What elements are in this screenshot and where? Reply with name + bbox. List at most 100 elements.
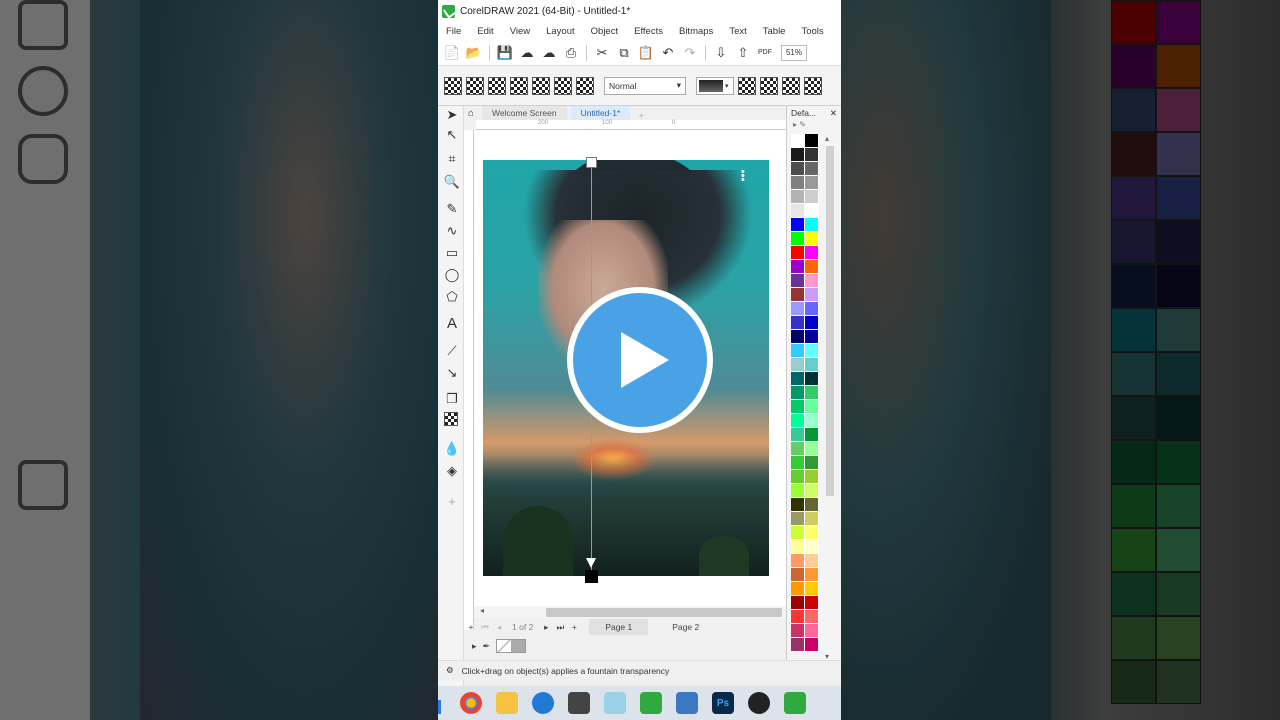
transparency-uniform-icon[interactable]: [466, 76, 484, 95]
ellipse-tool-icon[interactable]: ◯: [443, 266, 461, 284]
color-swatch[interactable]: [805, 148, 819, 162]
color-swatch[interactable]: [791, 386, 805, 400]
color-swatch[interactable]: [805, 204, 819, 218]
tab-welcome-screen[interactable]: Welcome Screen: [482, 106, 567, 120]
color-swatch[interactable]: [791, 134, 805, 148]
palette-menu-arrow-icon[interactable]: ▸: [793, 120, 797, 129]
merge-mode-select[interactable]: Normal ▾: [604, 76, 686, 95]
color-swatch[interactable]: [805, 316, 819, 330]
freehand-tool-icon[interactable]: ✎: [443, 200, 461, 218]
menu-effects[interactable]: Effects: [626, 26, 671, 37]
interactive-fill-icon[interactable]: ◈: [443, 462, 461, 480]
transparency-texture-icon[interactable]: [576, 76, 594, 95]
color-swatch[interactable]: [791, 610, 805, 624]
menu-view[interactable]: View: [502, 26, 538, 37]
color-swatch[interactable]: [805, 610, 819, 624]
palette-eyedropper-icon[interactable]: ✎: [799, 120, 806, 129]
color-swatch[interactable]: [805, 470, 819, 484]
color-swatch[interactable]: [805, 456, 819, 470]
photoshop-icon[interactable]: Ps: [712, 692, 734, 714]
color-swatch[interactable]: [791, 484, 805, 498]
menu-object[interactable]: Object: [583, 26, 626, 37]
menu-file[interactable]: File: [438, 26, 469, 37]
add-page-before-icon[interactable]: +: [464, 622, 478, 632]
color-swatch[interactable]: [791, 176, 805, 190]
video-play-button[interactable]: [567, 287, 713, 433]
color-swatch[interactable]: [791, 568, 805, 582]
export-icon[interactable]: ⇧: [733, 43, 753, 63]
palette-scroll-thumb[interactable]: [826, 146, 834, 496]
color-swatch[interactable]: [791, 148, 805, 162]
color-swatch[interactable]: [791, 204, 805, 218]
color-swatch[interactable]: [791, 414, 805, 428]
transparency-end-handle[interactable]: [585, 570, 598, 583]
color-swatch[interactable]: [805, 372, 819, 386]
cut-icon[interactable]: ✂: [592, 43, 612, 63]
copy-icon[interactable]: ⧉: [614, 43, 634, 63]
color-swatch[interactable]: [791, 582, 805, 596]
color-swatch[interactable]: [805, 232, 819, 246]
linear-fountain-icon[interactable]: [738, 76, 756, 95]
close-icon[interactable]: ✕: [830, 108, 837, 119]
text-tool-icon[interactable]: A: [443, 314, 461, 332]
color-swatch[interactable]: [791, 274, 805, 288]
add-tab-icon[interactable]: +: [634, 110, 648, 120]
polygon-tool-icon[interactable]: ⬠: [443, 288, 461, 306]
zoom-tool-icon[interactable]: 🔍: [443, 173, 461, 191]
drop-shadow-icon[interactable]: ❐: [443, 390, 461, 408]
home-icon[interactable]: ⌂: [464, 106, 478, 120]
menu-bitmaps[interactable]: Bitmaps: [671, 26, 721, 37]
last-page-icon[interactable]: ⏭: [553, 622, 567, 633]
color-swatch[interactable]: [805, 582, 819, 596]
eyedropper-tool-icon[interactable]: 💧: [443, 440, 461, 458]
sticky-notes-icon[interactable]: [604, 692, 626, 714]
zoom-level-field[interactable]: 51%: [781, 44, 807, 61]
color-swatch[interactable]: [791, 540, 805, 554]
transparency-vector-pattern-icon[interactable]: [510, 76, 528, 95]
color-swatch[interactable]: [805, 526, 819, 540]
import-icon[interactable]: ⇩: [711, 43, 731, 63]
cloud-download-icon[interactable]: ☁: [539, 43, 559, 63]
shape-tool-icon[interactable]: ↖: [443, 126, 461, 144]
edge-icon[interactable]: [532, 692, 554, 714]
save-icon[interactable]: 💾: [495, 43, 515, 63]
pdf-export-icon[interactable]: PDF: [755, 43, 775, 63]
horizontal-scrollbar[interactable]: ◂: [474, 606, 786, 618]
rectangle-tool-icon[interactable]: ▭: [443, 244, 461, 262]
elliptical-fountain-icon[interactable]: [760, 76, 778, 95]
first-page-icon[interactable]: ⏮: [478, 622, 492, 633]
color-swatch[interactable]: [791, 554, 805, 568]
artistic-media-icon[interactable]: ∿: [443, 222, 461, 240]
color-swatch[interactable]: [791, 526, 805, 540]
color-swatch[interactable]: [791, 456, 805, 470]
color-swatch[interactable]: [791, 428, 805, 442]
color-swatch[interactable]: [805, 442, 819, 456]
color-swatch[interactable]: [791, 162, 805, 176]
more-options-icon[interactable]: • • •: [741, 167, 745, 186]
color-swatch[interactable]: [805, 162, 819, 176]
gear-icon[interactable]: ⚙: [446, 665, 454, 676]
transparency-bitmap-pattern-icon[interactable]: [532, 76, 550, 95]
color-swatch[interactable]: [805, 512, 819, 526]
transparency-tool-icon[interactable]: [444, 412, 458, 426]
color-swatch[interactable]: [805, 414, 819, 428]
cloud-upload-icon[interactable]: ☁: [517, 43, 537, 63]
color-swatch[interactable]: [791, 260, 805, 274]
color-swatch[interactable]: [791, 330, 805, 344]
color-swatch[interactable]: [805, 302, 819, 316]
color-swatch[interactable]: [791, 358, 805, 372]
color-swatch[interactable]: [791, 232, 805, 246]
color-swatch[interactable]: [805, 344, 819, 358]
eyedropper-icon[interactable]: ✒: [483, 641, 491, 652]
color-swatch[interactable]: [805, 246, 819, 260]
file-explorer-icon[interactable]: [496, 692, 518, 714]
color-swatch[interactable]: [791, 470, 805, 484]
color-swatch[interactable]: [791, 442, 805, 456]
transparency-midpoint-arrow[interactable]: [586, 558, 596, 568]
color-swatch[interactable]: [805, 358, 819, 372]
previous-page-icon[interactable]: ◂: [492, 622, 506, 633]
crop-tool-icon[interactable]: ⌗: [443, 150, 461, 168]
color-swatch[interactable]: [805, 134, 819, 148]
coreldraw-taskbar-icon[interactable]: [640, 692, 662, 714]
color-swatch[interactable]: [805, 288, 819, 302]
